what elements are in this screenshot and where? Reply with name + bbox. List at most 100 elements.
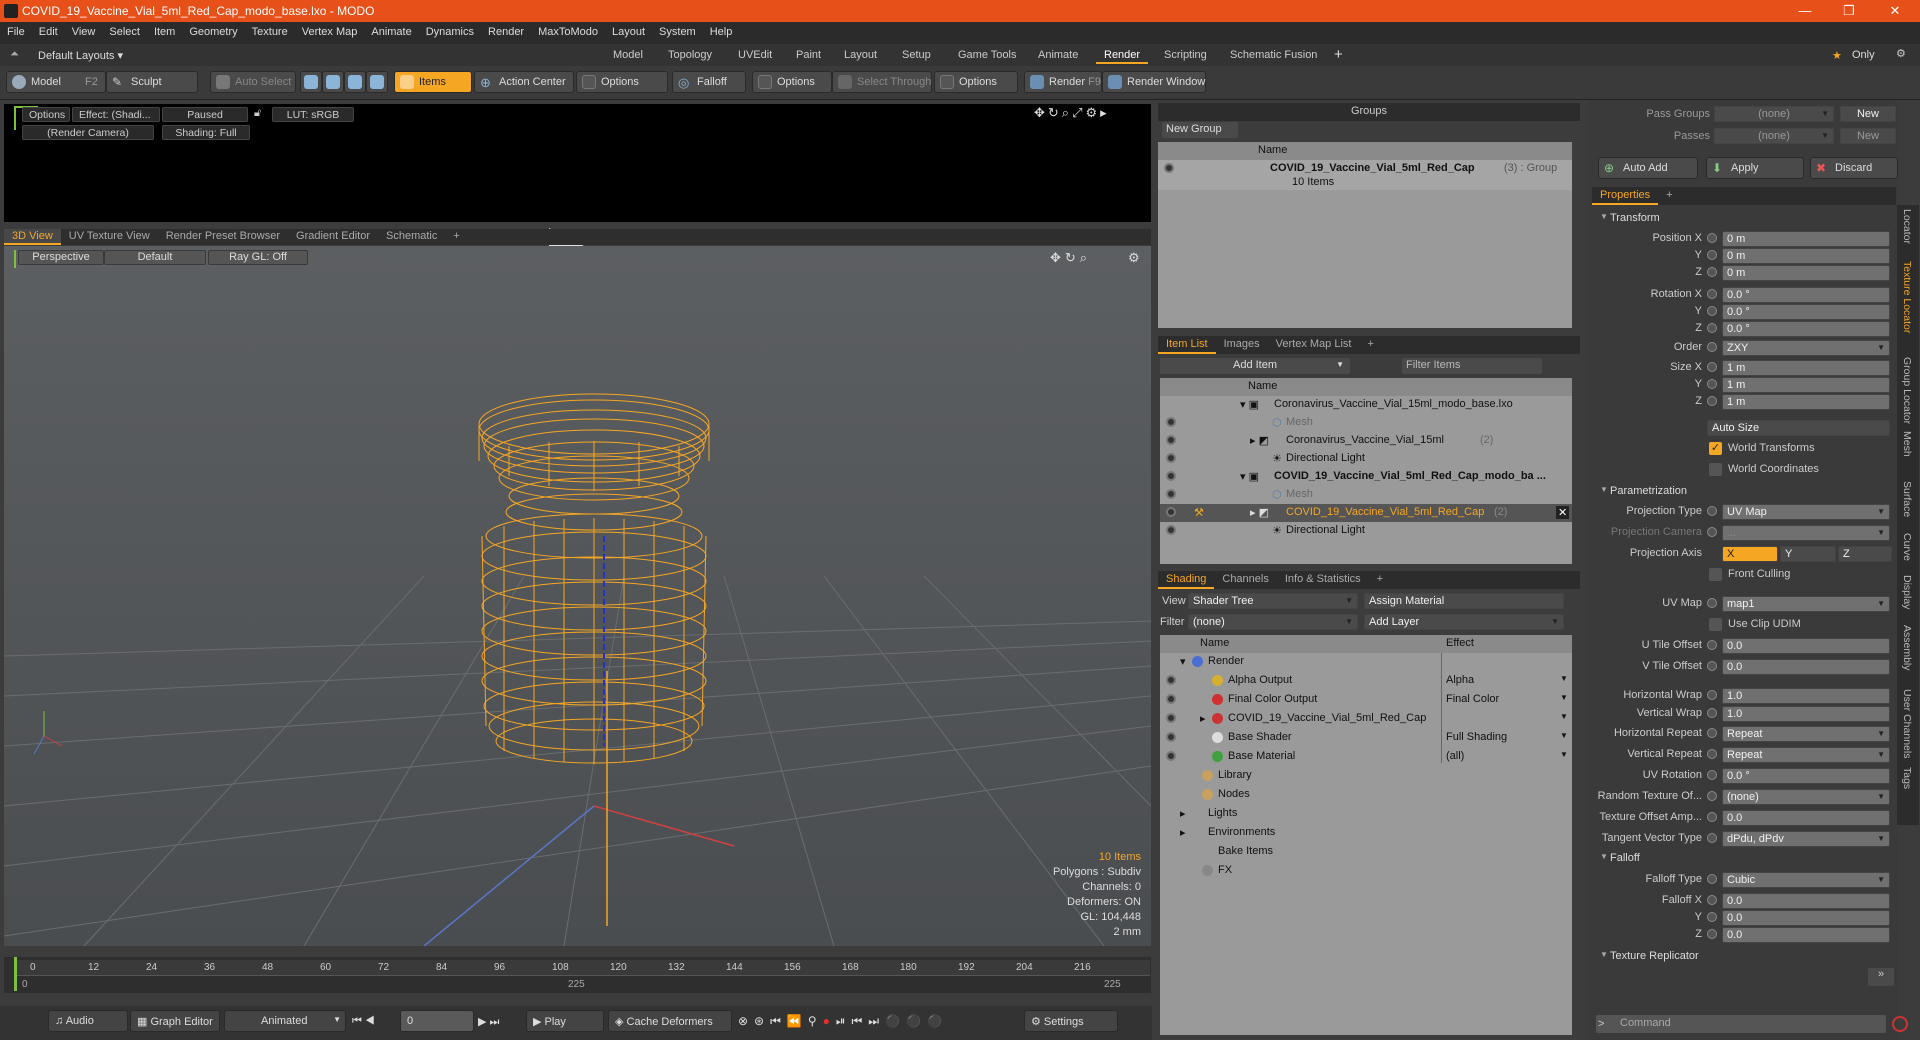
- eye-icon[interactable]: [1166, 713, 1176, 723]
- apply-button[interactable]: ⬇ Apply: [1706, 157, 1804, 179]
- shading-filter-dropdown[interactable]: (none): [1188, 614, 1358, 630]
- shader-row[interactable]: ▸ Lights: [1160, 805, 1572, 823]
- use-clip-udim-checkbox[interactable]: [1709, 618, 1722, 631]
- texture-offset-amp-field-anim-dot[interactable]: [1707, 812, 1717, 822]
- restore-icon[interactable]: ❐: [1834, 3, 1864, 19]
- add-panel-tab-icon[interactable]: +: [1369, 571, 1391, 587]
- add-layer-dropdown[interactable]: Add Layer: [1364, 614, 1564, 630]
- horizontal-wrap-field-anim-dot[interactable]: [1707, 690, 1717, 700]
- auto-size-button[interactable]: Auto Size: [1707, 420, 1890, 436]
- side-tab-display[interactable]: Display: [1901, 575, 1913, 609]
- render-camera-dropdown[interactable]: (Render Camera): [22, 125, 154, 140]
- auto-add-button[interactable]: ⊕ Auto Add: [1598, 157, 1698, 179]
- projection-camera-dropdown-anim-dot[interactable]: [1707, 527, 1717, 537]
- falloff-section-collapse-icon[interactable]: ▼: [1600, 852, 1608, 861]
- texture-offset-amp-field[interactable]: 0.0: [1722, 810, 1890, 826]
- horizontal-repeat-dropdown-anim-dot[interactable]: [1707, 728, 1717, 738]
- expand-icon[interactable]: ▸: [1200, 712, 1206, 725]
- items-mode-button[interactable]: Items: [394, 71, 472, 93]
- tab-properties[interactable]: Properties: [1592, 187, 1659, 205]
- side-tab-locator[interactable]: Locator: [1901, 209, 1913, 244]
- effect-dropdown-icon[interactable]: ▼: [1560, 712, 1568, 721]
- menu-item[interactable]: Item: [147, 22, 182, 38]
- tab-model[interactable]: Model: [605, 47, 651, 64]
- audio-button[interactable]: ♫ Audio: [48, 1010, 128, 1032]
- rotation-z-field[interactable]: 0.0 °: [1722, 321, 1890, 337]
- texture-replicator-section-collapse-icon[interactable]: ▼: [1600, 950, 1608, 959]
- list-item[interactable]: ⬡ Mesh: [1160, 414, 1572, 432]
- u-tile-offset-field[interactable]: 0.0: [1722, 638, 1890, 654]
- tab-render[interactable]: Render: [1096, 47, 1149, 64]
- 3d-viewport[interactable]: Perspective Default Ray GL: Off ✥↻⌕ ⚙ 10…: [4, 246, 1151, 946]
- render-options-button[interactable]: Options: [22, 107, 70, 122]
- eye-icon[interactable]: [1166, 675, 1176, 685]
- eye-icon[interactable]: [1166, 525, 1176, 535]
- projection-camera-dropdown[interactable]: ...: [1722, 525, 1890, 541]
- uv-rotation-field-anim-dot[interactable]: [1707, 770, 1717, 780]
- animated-dropdown[interactable]: Animated ▼: [224, 1010, 346, 1032]
- lut-dropdown[interactable]: LUT: sRGB: [272, 107, 354, 122]
- remove-icon[interactable]: ✕: [1556, 506, 1570, 519]
- falloff-type-dropdown-anim-dot[interactable]: [1707, 874, 1717, 884]
- parametrization-section[interactable]: Parametrization: [1610, 485, 1687, 497]
- eye-icon[interactable]: [1166, 732, 1176, 742]
- shading-dropdown[interactable]: Shading: Full: [162, 125, 250, 140]
- render-window-button[interactable]: Render Window: [1102, 71, 1206, 93]
- tab-channels[interactable]: Channels: [1214, 571, 1276, 587]
- shader-tree[interactable]: Name Effect ▾ Render Alpha Output Alpha ▼ Fina…: [1160, 635, 1572, 1035]
- tab-shading[interactable]: Shading: [1158, 571, 1215, 589]
- shader-row[interactable]: Library: [1160, 767, 1572, 785]
- tab-paint[interactable]: Paint: [788, 47, 829, 64]
- shader-row[interactable]: Alpha Output Alpha ▼: [1160, 672, 1572, 690]
- transport-forward-icons[interactable]: ▶⏭: [478, 1015, 502, 1029]
- tab-scripting[interactable]: Scripting: [1156, 47, 1215, 64]
- add-tab-icon[interactable]: +: [1334, 46, 1343, 63]
- eye-icon[interactable]: [1166, 471, 1176, 481]
- falloff-options-button[interactable]: Options: [752, 71, 832, 93]
- add-viewport-tab-icon[interactable]: +: [445, 229, 467, 243]
- transform-section-collapse-icon[interactable]: ▼: [1600, 212, 1608, 221]
- new-group-button[interactable]: New Group: [1162, 122, 1238, 138]
- shader-row[interactable]: Bake Items: [1160, 843, 1572, 861]
- vertical-wrap-field-anim-dot[interactable]: [1707, 708, 1717, 718]
- position-y-field-anim-dot[interactable]: [1707, 250, 1717, 260]
- falloff-z-field-anim-dot[interactable]: [1707, 929, 1717, 939]
- side-tab-surface[interactable]: Surface: [1901, 481, 1913, 517]
- list-item[interactable]: ▸ ◩ Coronavirus_Vaccine_Vial_15ml (2): [1160, 432, 1572, 450]
- eye-icon[interactable]: [1166, 435, 1176, 445]
- discard-button[interactable]: ✖ Discard: [1810, 157, 1898, 179]
- select-through-button[interactable]: Select Through: [832, 71, 932, 93]
- uv-map-dropdown-anim-dot[interactable]: [1707, 598, 1717, 608]
- tab-topology[interactable]: Topology: [660, 47, 720, 64]
- effect-dropdown-icon[interactable]: ▼: [1560, 750, 1568, 759]
- size-x-field[interactable]: 1 m: [1722, 360, 1890, 376]
- groups-list[interactable]: Name COVID_19_Vaccine_Vial_5ml_Red_Cap (…: [1158, 142, 1572, 328]
- random-texture-dropdown[interactable]: (none): [1722, 789, 1890, 805]
- menu-animate[interactable]: Animate: [364, 22, 418, 38]
- menu-file[interactable]: File: [0, 22, 32, 38]
- menu-help[interactable]: Help: [703, 22, 740, 38]
- side-tab-user-channels[interactable]: User Channels: [1901, 689, 1913, 758]
- position-y-field[interactable]: 0 m: [1722, 248, 1890, 264]
- layout-up-icon[interactable]: ⏶: [10, 48, 19, 61]
- uv-rotation-field[interactable]: 0.0 °: [1722, 768, 1890, 784]
- falloff-z-field[interactable]: 0.0: [1722, 927, 1890, 943]
- side-tab-texture-locator[interactable]: Texture Locator: [1901, 261, 1913, 333]
- falloff-type-dropdown[interactable]: Cubic: [1722, 872, 1890, 888]
- tab-item-list[interactable]: Item List: [1158, 336, 1216, 354]
- group-row[interactable]: COVID_19_Vaccine_Vial_5ml_Red_Cap (3) : …: [1158, 160, 1572, 190]
- tab-game-tools[interactable]: Game Tools: [950, 47, 1025, 64]
- world-coordinates-checkbox[interactable]: [1709, 463, 1722, 476]
- shader-view-dropdown[interactable]: Shader Tree: [1188, 593, 1358, 609]
- menu-select[interactable]: Select: [102, 22, 147, 38]
- list-item[interactable]: ☀ Directional Light: [1160, 522, 1572, 540]
- list-item[interactable]: ☀ Directional Light: [1160, 450, 1572, 468]
- side-tab-assembly[interactable]: Assembly: [1901, 625, 1913, 671]
- v-tile-offset-field[interactable]: 0.0: [1722, 659, 1890, 675]
- horizontal-repeat-dropdown[interactable]: Repeat: [1722, 726, 1890, 742]
- timeline-cursor[interactable]: [14, 957, 17, 991]
- axis-x-button[interactable]: X: [1722, 546, 1778, 562]
- effect-dropdown[interactable]: Effect: (Shadi...: [72, 107, 160, 122]
- position-x-field[interactable]: 0 m: [1722, 231, 1890, 247]
- more-icon[interactable]: »: [1868, 968, 1894, 986]
